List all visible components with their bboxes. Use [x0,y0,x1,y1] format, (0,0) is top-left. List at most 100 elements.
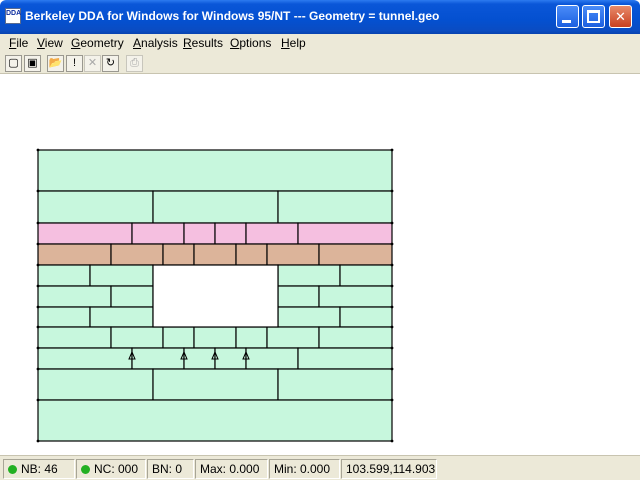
block [37,347,133,370]
vertex-point [390,242,394,246]
print-button[interactable]: ⎙ [126,55,143,72]
block [297,222,393,245]
block [37,368,154,401]
block [266,326,320,349]
refresh-button[interactable]: ↻ [102,55,119,72]
block [277,306,341,328]
block [235,326,268,349]
block-geometry [36,148,394,443]
toolbar: ▢ ▣ 📂 ! ✕ ↻ ⎙ [0,53,640,74]
status-nc: NC: 000 [76,459,146,479]
vertex-point [390,284,394,288]
new-geometry-button[interactable]: ▢ [5,55,22,72]
vertex-point [390,325,394,329]
block [183,347,216,370]
menu-help[interactable]: Help [281,36,306,50]
block [37,399,393,442]
menu-file[interactable]: File [9,36,28,50]
block [37,222,133,245]
vertex-point [390,305,394,309]
vertex-point [36,221,40,225]
vertex-point [36,148,40,152]
status-min: Min: 0.000 [269,459,340,479]
vertex-point [390,439,394,443]
minimize-icon [562,20,571,23]
block [318,243,393,266]
block [37,149,393,192]
app-icon[interactable]: DDA [5,8,21,24]
vertex-point [36,189,40,193]
status-bn: BN: 0 [147,459,194,479]
block [37,326,112,349]
block [89,264,154,287]
block [277,264,341,287]
run-button[interactable]: ! [66,55,83,72]
block [266,243,320,266]
block [245,222,299,245]
menu-options[interactable]: Options [230,36,271,50]
block [277,190,393,224]
block [162,326,195,349]
menu-analysis[interactable]: Analysis [133,36,178,50]
block [162,243,195,266]
block [339,264,393,287]
vertex-point [36,305,40,309]
minimize-button[interactable] [556,5,579,28]
block [183,222,216,245]
maximize-button[interactable] [582,5,605,28]
vertex-point [36,439,40,443]
block [339,306,393,328]
status-max: Max: 0.000 [195,459,268,479]
close-button[interactable]: ✕ [609,5,632,28]
menu-bar: File View Geometry Analysis Results Opti… [0,34,640,53]
vertex-point [390,263,394,267]
open-folder-button[interactable]: 📂 [47,55,64,72]
vertex-point [36,284,40,288]
status-nb: NB: 46 [3,459,75,479]
vertex-point [36,398,40,402]
menu-results[interactable]: Results [183,36,223,50]
vertex-point [390,148,394,152]
block [37,285,112,308]
block [214,222,247,245]
block [37,243,112,266]
block [277,368,393,401]
vertex-point [390,189,394,193]
block [235,243,268,266]
window-title: Berkeley DDA for Windows for Windows 95/… [25,9,440,23]
close-icon: ✕ [615,9,626,24]
status-ok-icon [8,465,17,474]
block [110,243,164,266]
block [37,306,91,328]
title-bar: DDA Berkeley DDA for Windows for Windows… [0,0,640,34]
drawing-canvas[interactable] [0,75,640,455]
block [37,264,91,287]
block [214,347,247,370]
block [152,368,279,401]
block [245,347,299,370]
menu-view[interactable]: View [37,36,63,50]
block [193,326,237,349]
block [131,222,185,245]
block [89,306,154,328]
vertex-point [390,221,394,225]
block [318,326,393,349]
block [193,243,237,266]
block [297,347,393,370]
vertex-point [390,367,394,371]
maximize-icon [587,10,600,23]
block [277,285,320,308]
block [152,190,279,224]
tunnel-opening [152,264,279,328]
vertex-point [36,346,40,350]
block [131,347,185,370]
menu-geometry[interactable]: Geometry [71,36,124,50]
vertex-point [390,346,394,350]
vertex-point [36,263,40,267]
new-analysis-button[interactable]: ▣ [24,55,41,72]
block [110,326,164,349]
block [318,285,393,308]
cancel-button[interactable]: ✕ [84,55,101,72]
status-ok-icon [81,465,90,474]
vertex-point [36,367,40,371]
